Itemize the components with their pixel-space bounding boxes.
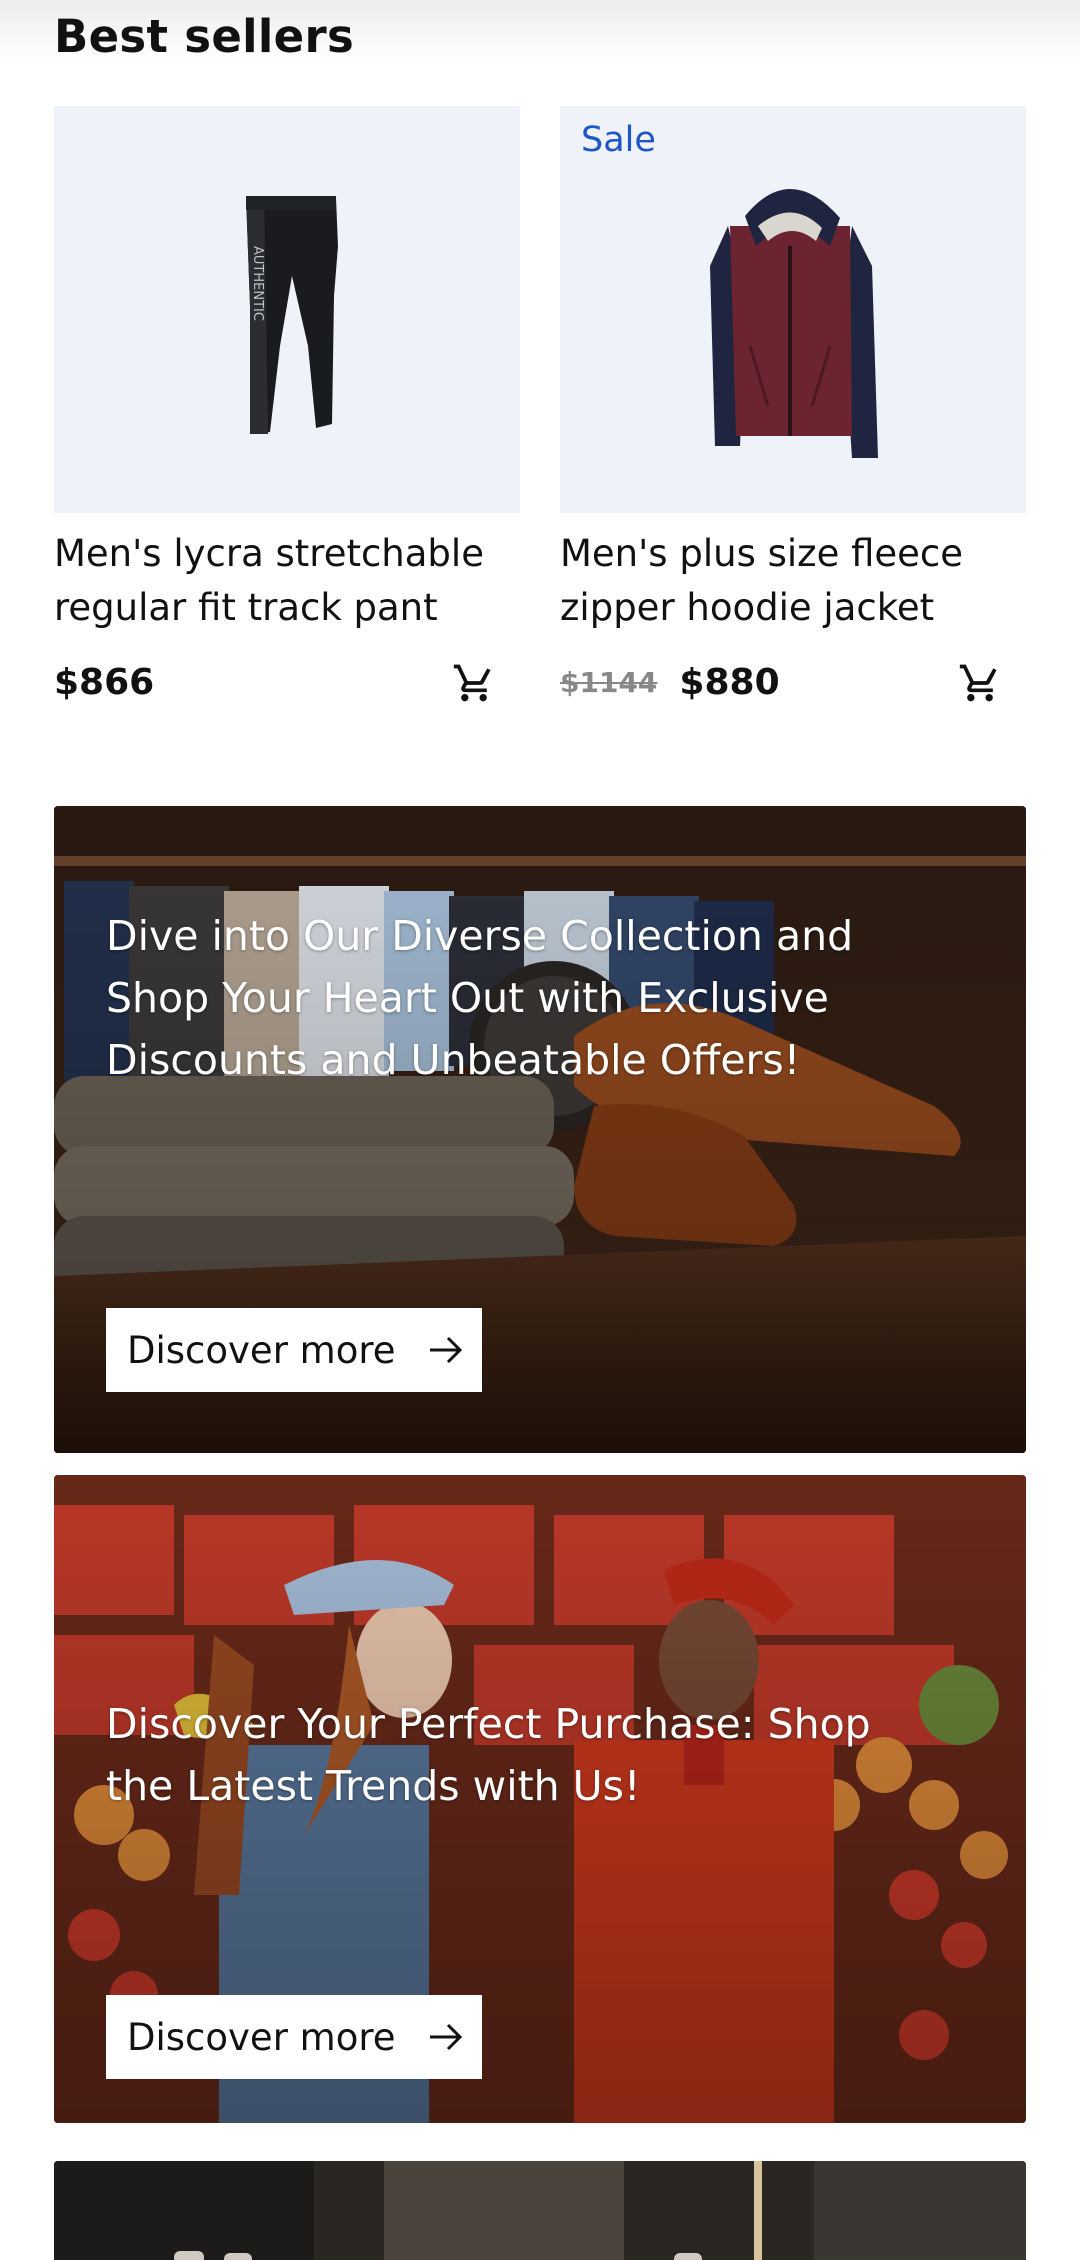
product-name[interactable]: Men's plus size fleece zipper hoodie jac… — [560, 527, 1026, 635]
cart-icon[interactable] — [958, 661, 1002, 705]
arrow-right-icon — [430, 1336, 463, 1364]
product-image[interactable]: Sale — [560, 106, 1026, 513]
product-card[interactable]: Sale Men's plus size fleece zipper hoodi… — [560, 106, 1026, 717]
original-price: $1144 — [560, 665, 658, 699]
arrow-right-icon — [430, 2023, 463, 2051]
product-image[interactable]: AUTHENTIC — [54, 106, 520, 513]
product-card[interactable]: AUTHENTIC Men's lycra stretchable regula… — [54, 106, 520, 717]
hoodie-jacket-image — [710, 188, 878, 458]
cart-icon[interactable] — [452, 661, 496, 705]
store-interior-photo — [54, 2161, 1026, 2260]
track-pant-image: AUTHENTIC — [246, 196, 338, 434]
promo-banner[interactable] — [54, 2161, 1026, 2260]
product-price: $866 — [54, 661, 155, 703]
promo-banner[interactable]: Discover Your Perfect Purchase: Shop the… — [54, 1475, 1026, 2123]
banner-headline: Discover Your Perfect Purchase: Shop the… — [106, 1700, 871, 1810]
product-name[interactable]: Men's lycra stretchable regular fit trac… — [54, 527, 520, 635]
price-row: $1144 $880 — [560, 647, 1026, 717]
section-title: Best sellers — [54, 10, 355, 63]
svg-text:AUTHENTIC: AUTHENTIC — [250, 246, 265, 321]
discover-more-button[interactable]: Discover more — [106, 1995, 482, 2079]
product-price: $880 — [679, 661, 780, 703]
promo-banner[interactable]: Dive into Our Diverse Collection and Sho… — [54, 806, 1026, 1453]
price-row: $866 — [54, 647, 520, 717]
discover-more-label: Discover more — [127, 1328, 396, 1372]
discover-more-label: Discover more — [127, 2015, 396, 2059]
sale-badge: Sale — [581, 120, 656, 160]
discover-more-button[interactable]: Discover more — [106, 1308, 482, 1392]
banner-headline: Dive into Our Diverse Collection and Sho… — [106, 912, 854, 1084]
page: Best sellers AUTHENTIC Men's lycra stret… — [0, 0, 1080, 2260]
